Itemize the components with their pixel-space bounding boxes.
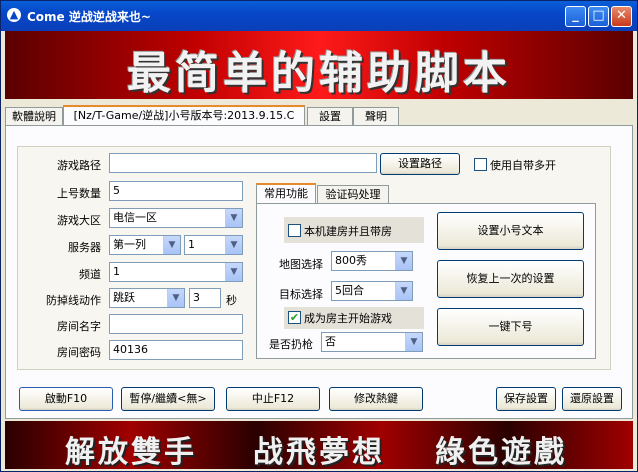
minimize-button[interactable]: _: [565, 6, 586, 27]
channel-select[interactable]: 1 ▼: [109, 262, 243, 282]
target-value: 5回合: [335, 284, 364, 297]
room-password-label: 房间密码: [57, 346, 101, 359]
target-label: 目标选择: [279, 288, 323, 301]
pause-button[interactable]: 暫停/繼續<無>: [121, 387, 215, 411]
set-account-text-button[interactable]: 设置小号文本: [437, 212, 584, 250]
window-title: Come 逆战逆战来也~: [27, 10, 151, 24]
room-name-input[interactable]: [109, 314, 243, 334]
server-number-select[interactable]: 1 ▼: [184, 235, 243, 255]
disconnect-action-label: 防掉线动作: [46, 294, 101, 307]
banner-title: 最简单的辅助脚本: [127, 48, 511, 99]
start-as-host-checkbox[interactable]: ✔: [288, 311, 301, 324]
chevron-down-icon: ▼: [395, 252, 412, 270]
footer-slogan-2: 战飛夢想: [253, 435, 385, 469]
map-value: 800秀: [335, 254, 367, 267]
server-number-value: 1: [188, 238, 195, 251]
tab-settings[interactable]: 設置: [307, 107, 353, 125]
tab-captcha[interactable]: 验证码处理: [317, 185, 389, 203]
server-column-select[interactable]: 第一列 ▼: [109, 235, 181, 255]
footer-slogan-3: 綠色遊戲: [435, 435, 567, 469]
header-banner: 最简单的辅助脚本: [5, 31, 633, 99]
use-multi-checkbox[interactable]: [474, 158, 487, 171]
main-window: ▲ Come 逆战逆战来也~ _ □ ✕ 最简单的辅助脚本 軟體說明 [Nz/T…: [0, 0, 638, 472]
tab-version[interactable]: [Nz/T-Game/逆战]小号版本号:2013.9.15.C: [63, 105, 305, 127]
restore-last-button[interactable]: 恢复上一次的设置: [437, 260, 584, 298]
chevron-down-icon: ▼: [167, 289, 184, 307]
server-column-value: 第一列: [113, 238, 146, 251]
maximize-button[interactable]: □: [588, 6, 609, 27]
stop-button[interactable]: 中止F12: [226, 387, 320, 411]
set-path-button[interactable]: 设置路径: [380, 153, 460, 175]
account-count-label: 上号数量: [57, 187, 101, 200]
server-label: 服务器: [68, 241, 101, 254]
game-path-input[interactable]: [109, 153, 377, 173]
app-icon: ▲: [7, 8, 21, 22]
region-select[interactable]: 电信一区 ▼: [109, 208, 243, 228]
throw-gun-value: 否: [325, 335, 336, 348]
title-bar[interactable]: ▲ Come 逆战逆战来也~ _ □ ✕: [1, 1, 637, 31]
use-multi-label: 使用自带多开: [490, 159, 556, 172]
room-name-label: 房间名字: [57, 320, 101, 333]
account-count-input[interactable]: 5: [109, 181, 243, 201]
tab-declaration[interactable]: 聲明: [353, 107, 399, 125]
map-select[interactable]: 800秀 ▼: [331, 251, 413, 271]
throw-gun-label: 是否扔枪: [269, 338, 313, 351]
map-label: 地图选择: [279, 258, 323, 271]
channel-label: 频道: [79, 268, 101, 281]
seconds-unit: 秒: [226, 294, 237, 307]
tab-software-info[interactable]: 軟體說明: [5, 107, 63, 125]
chevron-down-icon: ▼: [163, 236, 180, 254]
chevron-down-icon: ▼: [225, 263, 242, 281]
restore-settings-button[interactable]: 還原設置: [562, 387, 622, 411]
chevron-down-icon: ▼: [225, 209, 242, 227]
chevron-down-icon: ▼: [395, 282, 412, 300]
game-path-label: 游戏路径: [57, 159, 101, 172]
target-select[interactable]: 5回合 ▼: [331, 281, 413, 301]
disconnect-action-select[interactable]: 跳跃 ▼: [109, 288, 185, 308]
throw-gun-select[interactable]: 否 ▼: [321, 332, 423, 352]
footer-slogan-1: 解放雙手: [65, 435, 197, 469]
hotkey-button[interactable]: 修改熱鍵: [329, 387, 423, 411]
chevron-down-icon: ▼: [405, 333, 422, 351]
room-password-input[interactable]: 40136: [109, 340, 243, 360]
start-button[interactable]: 啟動F10: [19, 387, 113, 411]
host-room-label: 本机建房并且带房: [304, 225, 392, 238]
save-settings-button[interactable]: 保存設置: [496, 387, 556, 411]
channel-value: 1: [113, 265, 120, 278]
chevron-down-icon: ▼: [225, 236, 242, 254]
host-room-checkbox[interactable]: [288, 224, 301, 237]
one-click-logout-button[interactable]: 一键下号: [437, 308, 584, 346]
tab-common-functions[interactable]: 常用功能: [256, 183, 316, 205]
region-label: 游戏大区: [57, 214, 101, 227]
disconnect-seconds-input[interactable]: 3: [189, 288, 221, 308]
region-value: 电信一区: [113, 211, 157, 224]
disconnect-action-value: 跳跃: [113, 291, 135, 304]
close-button[interactable]: ✕: [611, 6, 632, 27]
footer-banner: 解放雙手 战飛夢想 綠色遊戲: [5, 421, 633, 469]
start-as-host-label: 成为房主开始游戏: [304, 312, 392, 325]
